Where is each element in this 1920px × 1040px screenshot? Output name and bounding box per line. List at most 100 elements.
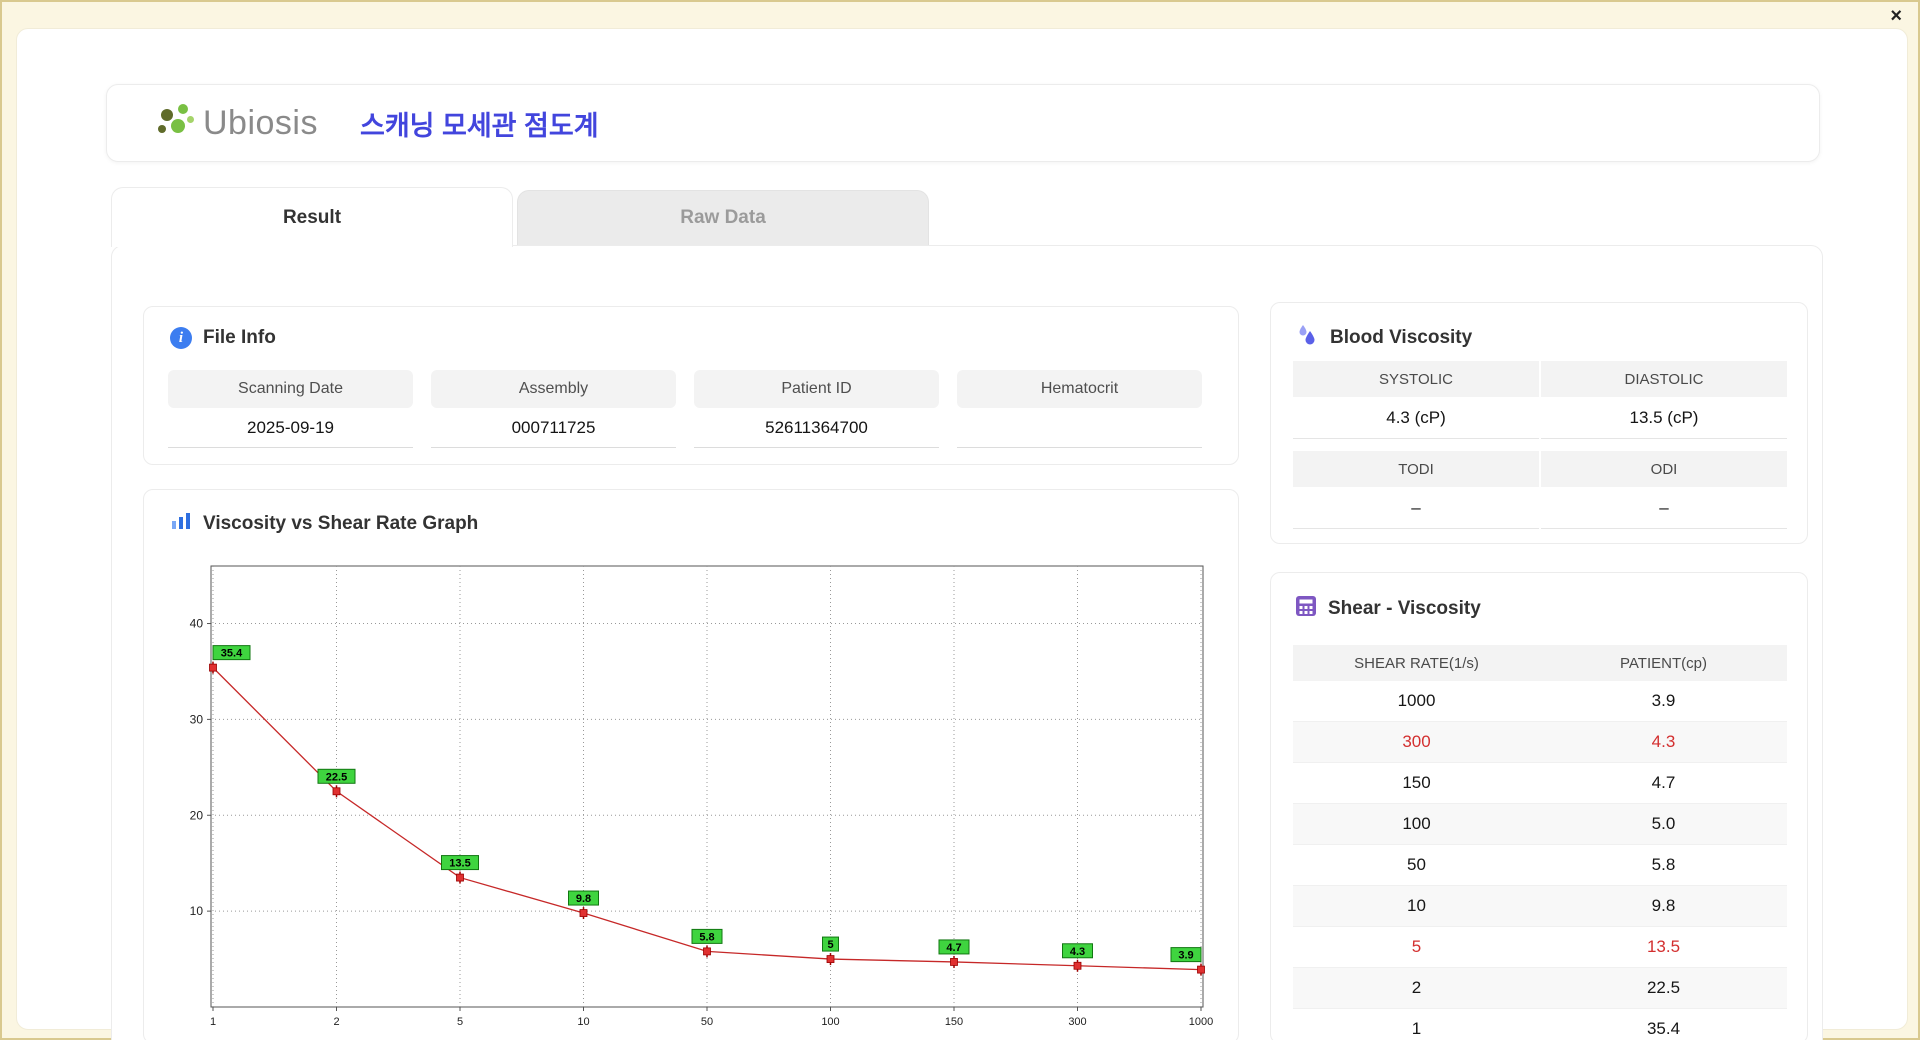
patient-viscosity-cell: 3.9 <box>1651 691 1676 710</box>
svg-text:4.3: 4.3 <box>1070 946 1085 958</box>
svg-text:5: 5 <box>457 1016 463 1028</box>
info-icon: i <box>170 327 192 349</box>
todi-value: – <box>1293 487 1539 529</box>
patient-viscosity-cell: 22.5 <box>1646 978 1681 997</box>
systolic-value: 4.3 (cP) <box>1293 397 1539 439</box>
svg-text:1000: 1000 <box>1189 1016 1213 1028</box>
diastolic-label: DIASTOLIC <box>1541 361 1787 397</box>
svg-text:30: 30 <box>190 712 204 726</box>
patient-viscosity-cell: 9.8 <box>1651 896 1676 915</box>
svg-text:100: 100 <box>821 1016 839 1028</box>
shear-rate-cell: 1000 <box>1397 691 1436 710</box>
shear-rate-cell: 2 <box>1411 978 1422 997</box>
chart-point-marker <box>579 909 588 917</box>
file-info-title-label: File Info <box>203 327 276 348</box>
blood-viscosity-title-label: Blood Viscosity <box>1330 327 1473 348</box>
patient-viscosity-cell: 35.4 <box>1646 1019 1681 1038</box>
blood-viscosity-title: Blood Viscosity <box>1295 323 1472 353</box>
table-row: 1000 3.9 <box>1293 681 1787 722</box>
svg-text:150: 150 <box>945 1016 963 1028</box>
patient-viscosity-cell: 5.8 <box>1651 855 1676 874</box>
table-row: 300 4.3 <box>1293 722 1787 763</box>
shear-rate-cell: 5 <box>1411 937 1422 956</box>
field-label: Scanning Date <box>168 370 413 408</box>
patient-viscosity-cell: 13.5 <box>1646 937 1681 956</box>
column-header-patient: PATIENT(cp) <box>1620 654 1707 672</box>
svg-text:20: 20 <box>190 808 204 822</box>
blood-viscosity-grid: SYSTOLIC DIASTOLIC 4.3 (cP) 13.5 (cP) TO… <box>1293 361 1787 529</box>
patient-viscosity-cell: 4.7 <box>1651 773 1676 792</box>
blood-viscosity-card: Blood Viscosity SYSTOLIC DIASTOLIC 4.3 (… <box>1270 302 1808 544</box>
close-icon[interactable]: × <box>1890 4 1902 28</box>
shear-viscosity-table: SHEAR RATE(1/s) PATIENT(cp) 1000 3.9 300… <box>1293 645 1787 1040</box>
table-row: 2 22.5 <box>1293 968 1787 1009</box>
field-value: 2025-09-19 <box>168 408 413 448</box>
field-value: 52611364700 <box>694 408 939 448</box>
svg-text:22.5: 22.5 <box>326 771 347 783</box>
brand-name: Ubiosis <box>203 103 318 142</box>
chart-point-marker <box>950 958 958 966</box>
table-row: 50 5.8 <box>1293 845 1787 886</box>
svg-text:10: 10 <box>190 904 204 918</box>
field-label: Patient ID <box>694 370 939 408</box>
systolic-label: SYSTOLIC <box>1293 361 1539 397</box>
field-label: Hematocrit <box>957 370 1202 408</box>
chart-point-marker <box>1197 965 1205 974</box>
tab-raw-data[interactable]: Raw Data <box>517 190 929 245</box>
field-label: Assembly <box>431 370 676 408</box>
viscosity-chart: 10 20 30 40 1 2 5 10 50 100 150 300 1000 35.4 22.5 13.5… <box>172 554 1217 1034</box>
column-header-shear-rate: SHEAR RATE(1/s) <box>1354 654 1479 672</box>
patient-viscosity-cell: 4.3 <box>1651 732 1676 751</box>
chart-point-marker <box>332 787 341 796</box>
chart-point-marker <box>826 955 835 963</box>
svg-text:3.9: 3.9 <box>1178 950 1193 962</box>
logo-leaf-icon <box>155 103 199 143</box>
svg-text:300: 300 <box>1068 1016 1086 1028</box>
patient-viscosity-cell: 5.0 <box>1651 814 1676 833</box>
table-row: 10 9.8 <box>1293 886 1787 927</box>
table-row: 1 35.4 <box>1293 1009 1787 1040</box>
field-patient-id: Patient ID 52611364700 <box>694 370 939 448</box>
svg-text:9.8: 9.8 <box>576 893 591 905</box>
table-row: 5 13.5 <box>1293 927 1787 968</box>
field-value: 000711725 <box>431 408 676 448</box>
graph-title-label: Viscosity vs Shear Rate Graph <box>203 513 479 534</box>
bar-chart-icon <box>170 510 192 538</box>
shear-rate-cell: 1 <box>1411 1019 1422 1038</box>
file-info-title: i File Info <box>170 327 276 349</box>
todi-label: TODI <box>1293 451 1539 487</box>
ubiosis-logo: Ubiosis <box>155 103 318 143</box>
svg-text:5: 5 <box>827 939 833 951</box>
svg-text:35.4: 35.4 <box>221 648 243 660</box>
calculator-icon <box>1295 595 1317 623</box>
table-row: 100 5.0 <box>1293 804 1787 845</box>
page-title: 스캐닝 모세관 점도계 <box>359 110 599 141</box>
shear-rate-cell: 10 <box>1407 896 1426 915</box>
svg-text:2: 2 <box>333 1016 339 1028</box>
header-card: Ubiosis 스캐닝 모세관 점도계 <box>106 84 1820 162</box>
content-card: i File Info Scanning Date 2025-09-19 Ass… <box>111 245 1823 1040</box>
tab-result[interactable]: Result <box>111 187 513 247</box>
svg-text:5.8: 5.8 <box>699 931 714 943</box>
diastolic-value: 13.5 (cP) <box>1541 397 1787 439</box>
shear-rate-cell: 100 <box>1402 814 1431 833</box>
shear-rate-cell: 50 <box>1407 855 1426 874</box>
field-assembly: Assembly 000711725 <box>431 370 676 448</box>
shear-rate-cell: 150 <box>1402 773 1431 792</box>
svg-text:50: 50 <box>701 1016 713 1028</box>
shear-viscosity-title-label: Shear - Viscosity <box>1328 598 1481 619</box>
file-info-card: i File Info Scanning Date 2025-09-19 Ass… <box>143 306 1239 465</box>
chart-point-marker <box>1073 961 1082 970</box>
main-panel: Ubiosis 스캐닝 모세관 점도계 Result Raw Data i Fi… <box>16 28 1908 1040</box>
app-background: { "window": { "close": "×" }, "header": … <box>0 0 1920 1040</box>
shear-viscosity-title: Shear - Viscosity <box>1295 595 1481 623</box>
svg-text:1: 1 <box>210 1016 216 1028</box>
droplet-icon <box>1295 323 1319 353</box>
svg-text:4.7: 4.7 <box>946 942 961 954</box>
shear-rate-cell: 300 <box>1402 732 1431 751</box>
viscosity-graph-card: Viscosity vs Shear Rate Graph 10 20 30 40 1 2… <box>143 489 1239 1040</box>
svg-text:10: 10 <box>577 1016 589 1028</box>
shear-viscosity-card: Shear - Viscosity SHEAR RATE(1/s) PATIEN… <box>1270 572 1808 1040</box>
odi-label: ODI <box>1541 451 1787 487</box>
table-body: 1000 3.9 300 4.3 150 4.7 100 5.0 50 5.8 … <box>1293 681 1787 1040</box>
